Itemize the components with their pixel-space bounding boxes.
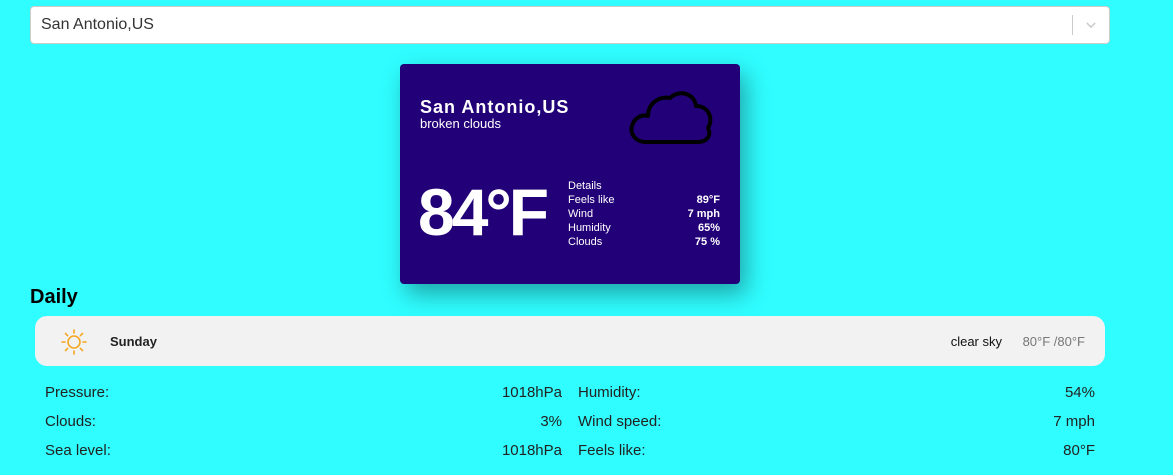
details-value: 89°F: [696, 194, 720, 206]
sun-icon: [61, 329, 87, 355]
chevron-down-icon[interactable]: [1073, 7, 1109, 43]
day-name: Sunday: [110, 334, 157, 349]
details-row: Humidity 65%: [568, 221, 720, 235]
stat-value: 80°F: [1063, 442, 1095, 459]
current-weather-card: San Antonio,US broken clouds 84°F Detail…: [400, 64, 740, 284]
details-value: 7 mph: [687, 208, 720, 220]
details-value: 65%: [697, 222, 720, 234]
stat-label: Pressure:: [45, 384, 110, 401]
stat-label: Sea level:: [45, 442, 111, 459]
stat-value: 54%: [1064, 384, 1095, 401]
details-row: Clouds 75 %: [568, 235, 720, 249]
current-temperature: 84°F: [418, 175, 549, 249]
stat-label: Clouds:: [45, 413, 96, 430]
details-value: 75 %: [694, 236, 720, 248]
stat-value: 3%: [540, 413, 562, 430]
day-description: clear sky: [950, 334, 1002, 349]
details-list: Details Feels like 89°F Wind 7 mph Humid…: [568, 179, 720, 249]
details-label: Feels like: [568, 194, 615, 206]
details-row: Feels like 89°F: [568, 193, 720, 207]
current-description: broken clouds: [420, 116, 501, 131]
stat-value: 1018hPa: [501, 442, 562, 459]
stat-row: Pressure: 1018hPa: [45, 378, 563, 407]
daily-title: Daily: [30, 286, 78, 308]
city-select-value: San Antonio,US: [41, 16, 154, 33]
stat-row: Feels like: 80°F: [563, 436, 1095, 465]
stat-label: Wind speed:: [578, 413, 662, 430]
stat-label: Humidity:: [578, 384, 641, 401]
daily-details-grid: Pressure: 1018hPa Humidity: 54% Clouds: …: [45, 378, 1095, 465]
daily-forecast-item[interactable]: Sunday clear sky 80°F /80°F: [35, 316, 1105, 366]
stat-row: Humidity: 54%: [563, 378, 1095, 407]
day-temp-range: 80°F /80°F: [1022, 334, 1085, 349]
details-header: Details: [568, 180, 602, 192]
stat-row: Clouds: 3%: [45, 407, 563, 436]
details-label: Humidity: [568, 222, 611, 234]
stat-label: Feels like:: [578, 442, 646, 459]
stat-row: Sea level: 1018hPa: [45, 436, 563, 465]
city-select[interactable]: San Antonio,US: [30, 6, 1110, 44]
cloud-icon: [629, 91, 713, 144]
details-label: Clouds: [568, 236, 603, 248]
details-label: Wind: [568, 208, 594, 220]
current-city: San Antonio,US: [420, 97, 570, 117]
stat-value: 1018hPa: [501, 384, 562, 401]
stat-row: Wind speed: 7 mph: [563, 407, 1095, 436]
stat-value: 7 mph: [1053, 413, 1095, 430]
details-row: Wind 7 mph: [568, 207, 720, 221]
